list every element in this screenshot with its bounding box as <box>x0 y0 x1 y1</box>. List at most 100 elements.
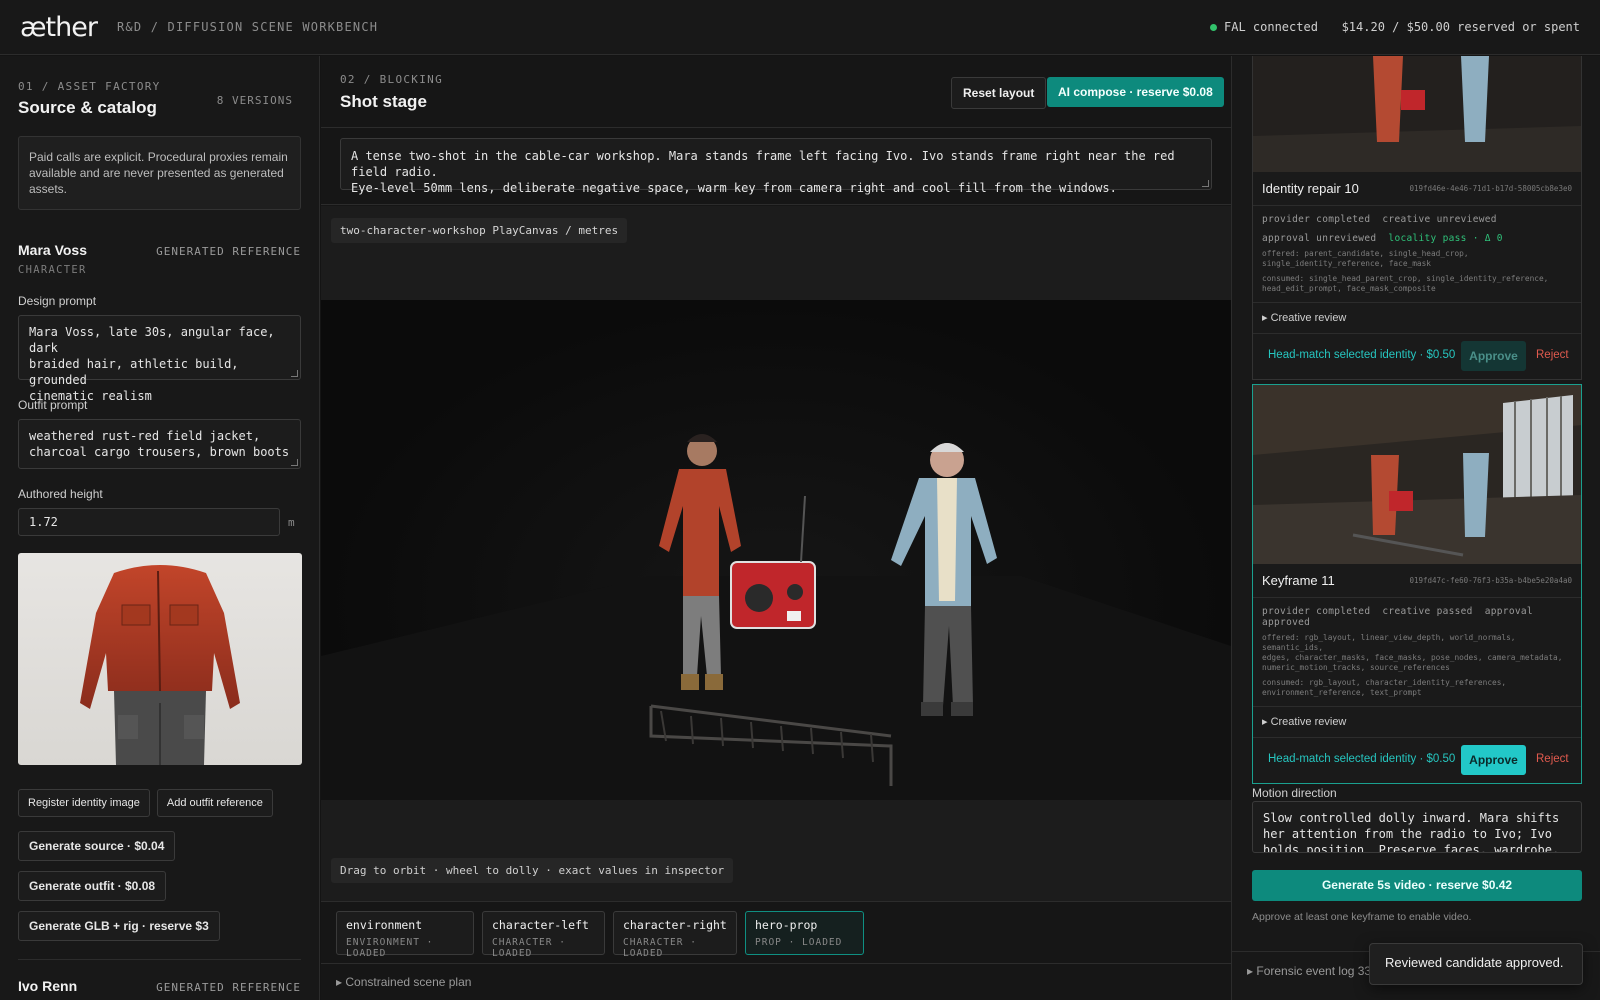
design-prompt-field[interactable]: Mara Voss, late 30s, angular face, dark … <box>18 315 301 403</box>
chip-character-right[interactable]: character-right CHARACTER · LOADED <box>613 911 737 959</box>
consumed-inputs: consumed: single_head_parent_crop, singl… <box>1262 274 1549 293</box>
jacket-figure-icon <box>80 565 240 765</box>
chip-environment[interactable]: environment ENVIRONMENT · LOADED <box>336 911 474 959</box>
outfit-prompt-field[interactable]: weathered rust-red field jacket, charcoa… <box>18 419 301 469</box>
card-actions: Head-match selected identity · $0.50 App… <box>1253 738 1581 783</box>
approval-row: approval unreviewed locality pass · Δ 0 <box>1262 233 1572 244</box>
card-meta: provider completed creative unreviewed a… <box>1253 206 1581 303</box>
shot-prompt-wrap: A tense two-shot in the cable-car worksh… <box>321 128 1231 205</box>
character-name: Mara Voss <box>18 242 87 258</box>
height-unit: m <box>288 515 295 529</box>
provider-status: provider completed <box>1262 606 1371 617</box>
forensic-log-label: Forensic event log 336 <box>1256 964 1378 978</box>
versions-count[interactable]: 8 VERSIONS <box>217 94 293 107</box>
card-title-row: Keyframe 11 019fd47c-fe60-76f3-b35a-b4be… <box>1253 564 1581 598</box>
generated-reference-tag: GENERATED REFERENCE <box>156 245 301 258</box>
section-eyebrow: 01 / ASSET FACTORY <box>18 80 161 93</box>
generate-outfit-button[interactable]: Generate outfit · $0.08 <box>18 871 167 901</box>
creative-status: creative passed <box>1382 606 1473 617</box>
divider <box>18 959 301 960</box>
approve-button[interactable]: Approve <box>1461 745 1526 775</box>
scene-tag: two-character-workshop PlayCanvas / metr… <box>331 218 628 243</box>
approval-status: approval unreviewed <box>1262 233 1377 244</box>
card-id: 019fd47c-fe60-76f3-b35a-b4be5e20a4a0 <box>1409 576 1572 585</box>
offered-inputs: offered: rgb_layout, linear_view_depth, … <box>1262 633 1563 672</box>
scene-figures-icon <box>321 434 1231 800</box>
chip-status: ENVIRONMENT · LOADED <box>346 937 434 959</box>
creative-status: creative unreviewed <box>1382 214 1497 225</box>
3d-viewport[interactable]: two-character-workshop PlayCanvas / metr… <box>321 206 1231 901</box>
head-match-link[interactable]: Head-match selected identity · $0.50 <box>1268 753 1455 765</box>
chip-status: CHARACTER · LOADED <box>492 937 566 959</box>
connection-label: FAL connected <box>1224 20 1318 34</box>
workshop-scene-icon <box>1253 385 1581 564</box>
asset-factory-panel[interactable]: 01 / ASSET FACTORY Source & catalog 8 VE… <box>0 56 320 1000</box>
candidate-card-keyframe[interactable]: Keyframe 11 019fd47c-fe60-76f3-b35a-b4be… <box>1252 384 1582 784</box>
chip-name: character-right <box>623 918 727 932</box>
breadcrumb: R&D / DIFFUSION SCENE WORKBENCH <box>117 20 379 34</box>
consumed-inputs: consumed: rgb_layout, character_identity… <box>1262 678 1507 697</box>
creative-review-toggle[interactable]: ▸ Creative review <box>1253 707 1581 738</box>
candidate-image[interactable] <box>1253 56 1581 172</box>
top-bar: æther R&D / DIFFUSION SCENE WORKBENCH FA… <box>0 0 1600 55</box>
provider-status: provider completed <box>1262 214 1371 225</box>
shot-stage-panel: 02 / BLOCKING Shot stage Reset layout AI… <box>321 56 1231 1000</box>
card-title-row: Identity repair 10 019fd46e-4e46-71d1-b1… <box>1253 172 1581 206</box>
generate-video-button[interactable]: Generate 5s video · reserve $0.42 <box>1252 870 1582 901</box>
workshop-scene-icon <box>1253 56 1581 172</box>
viewport-hint: Drag to orbit · wheel to dolly · exact v… <box>331 858 734 883</box>
next-character-name: Ivo Renn <box>18 978 78 994</box>
card-meta: provider completed creative passed appro… <box>1253 598 1581 707</box>
card-title: Keyframe 11 <box>1262 573 1335 588</box>
character-header: Mara Voss GENERATED REFERENCE <box>18 242 301 258</box>
review-panel[interactable]: Identity repair 10 019fd46e-4e46-71d1-b1… <box>1231 56 1600 1000</box>
reject-link[interactable]: Reject <box>1536 349 1569 361</box>
app-logo[interactable]: æther <box>20 12 98 43</box>
locality-status: locality pass · Δ 0 <box>1388 233 1503 244</box>
creative-review-label: Creative review <box>1270 312 1347 324</box>
design-prompt-label: Design prompt <box>18 294 97 308</box>
generate-glb-button[interactable]: Generate GLB + rig · reserve $3 <box>18 911 220 941</box>
register-identity-button[interactable]: Register identity image <box>18 789 150 817</box>
status-row: provider completed creative passed appro… <box>1262 606 1572 628</box>
motion-direction-label: Motion direction <box>1252 786 1337 800</box>
chip-hero-prop[interactable]: hero-prop PROP · LOADED <box>745 911 864 955</box>
offered-inputs: offered: parent_candidate, single_head_c… <box>1262 249 1469 268</box>
creative-review-toggle[interactable]: ▸ Creative review <box>1253 303 1581 334</box>
add-outfit-reference-button[interactable]: Add outfit reference <box>156 789 273 817</box>
height-input[interactable]: 1.72 <box>18 508 280 536</box>
approve-button[interactable]: Approve <box>1461 341 1526 371</box>
candidate-image[interactable] <box>1253 385 1581 564</box>
ai-compose-button[interactable]: AI compose · reserve $0.08 <box>1047 77 1224 107</box>
height-label: Authored height <box>18 487 103 501</box>
status-dot-icon <box>1210 23 1217 31</box>
connection-status: FAL connected <box>1210 20 1318 34</box>
character-type: CHARACTER <box>18 264 87 276</box>
chip-name: character-left <box>492 918 589 932</box>
next-generated-reference-tag: GENERATED REFERENCE <box>156 981 301 994</box>
scene-plan-toggle[interactable]: ▸ Constrained scene plan <box>321 963 1231 1000</box>
character-reference-image[interactable] <box>18 553 302 765</box>
status-row: provider completed creative unreviewed <box>1262 214 1572 225</box>
shot-prompt-field[interactable]: A tense two-shot in the cable-car worksh… <box>340 138 1212 195</box>
chip-character-left[interactable]: character-left CHARACTER · LOADED <box>482 911 605 959</box>
stage-header: 02 / BLOCKING Shot stage Reset layout AI… <box>321 56 1231 128</box>
card-actions: Head-match selected identity · $0.50 App… <box>1253 334 1581 379</box>
toast-notification: Reviewed candidate approved. <box>1369 943 1583 985</box>
reset-layout-button[interactable]: Reset layout <box>951 77 1047 109</box>
candidate-card-identity-repair[interactable]: Identity repair 10 019fd46e-4e46-71d1-b1… <box>1252 56 1582 380</box>
generate-source-button[interactable]: Generate source · $0.04 <box>18 831 176 861</box>
head-match-link[interactable]: Head-match selected identity · $0.50 <box>1268 349 1455 361</box>
chip-name: hero-prop <box>755 918 818 932</box>
asset-chips: environment ENVIRONMENT · LOADED charact… <box>321 901 1231 963</box>
card-id: 019fd46e-4e46-71d1-b17d-58005cb8e3e0 <box>1409 184 1572 193</box>
paid-calls-note: Paid calls are explicit. Procedural prox… <box>18 136 301 210</box>
next-character-header: Ivo Renn GENERATED REFERENCE <box>18 978 301 994</box>
scene-plan-label: Constrained scene plan <box>345 975 472 989</box>
creative-review-label: Creative review <box>1270 716 1347 728</box>
reject-link[interactable]: Reject <box>1536 753 1569 765</box>
chip-name: environment <box>346 918 423 932</box>
motion-direction-field[interactable]: Slow controlled dolly inward. Mara shift… <box>1252 801 1582 853</box>
chip-status: CHARACTER · LOADED <box>623 937 697 959</box>
chip-status: PROP · LOADED <box>755 937 843 948</box>
